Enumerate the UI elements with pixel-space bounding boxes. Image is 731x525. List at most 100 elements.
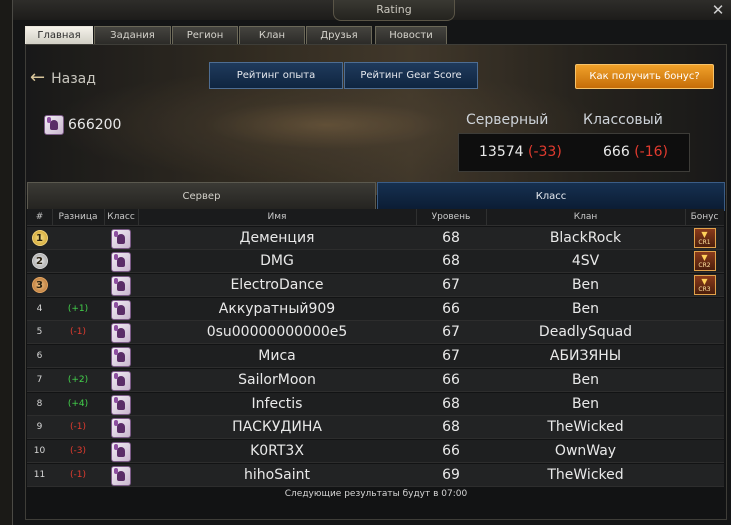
table-header: # Разница Класс Имя Уровень Клан Бонус bbox=[27, 209, 724, 226]
class-icon bbox=[44, 115, 64, 135]
class-icon bbox=[111, 323, 131, 344]
silver-medal-icon: 2 bbox=[31, 253, 48, 270]
server-rank-delta: (-33) bbox=[528, 144, 562, 160]
player-clan: Ben bbox=[571, 300, 600, 317]
table-row[interactable]: 5 (-1) 0su00000000000e5 67 DeadlySquad bbox=[27, 321, 724, 345]
rating-table: # Разница Класс Имя Уровень Клан Бонус 1… bbox=[27, 209, 724, 487]
tab-quests[interactable]: Задания bbox=[94, 26, 171, 44]
bonus-trophy-icon[interactable]: ▼ CR1 bbox=[693, 227, 716, 248]
bonus-label: CR2 bbox=[698, 262, 711, 270]
player-level: 66 bbox=[442, 442, 460, 459]
class-icon bbox=[111, 441, 131, 462]
col-clan: Клан bbox=[486, 209, 686, 225]
server-rank-label: Серверный bbox=[466, 112, 549, 128]
bonus-cell bbox=[685, 345, 724, 367]
window-title: Rating bbox=[333, 0, 455, 21]
player-level: 67 bbox=[442, 277, 460, 294]
class-cell bbox=[104, 345, 138, 368]
rank-medal: 1 bbox=[27, 227, 52, 249]
gold-medal-icon: 1 bbox=[31, 229, 48, 246]
player-level: 68 bbox=[442, 229, 460, 246]
player-name: Аккуратный909 bbox=[218, 300, 336, 317]
player-name: 0su00000000000e5 bbox=[206, 324, 348, 341]
class-icon bbox=[111, 465, 131, 486]
table-row[interactable]: 7 (+2) SailorMoon 66 Ben bbox=[27, 368, 724, 392]
class-cell bbox=[104, 369, 138, 391]
tab-region[interactable]: Регион bbox=[172, 26, 238, 44]
bonus-label: CR3 bbox=[698, 286, 711, 294]
how-to-get-bonus-button[interactable]: Как получить бонус? bbox=[575, 64, 714, 89]
col-diff: Разница bbox=[52, 209, 105, 225]
close-icon[interactable]: ✕ bbox=[710, 2, 726, 18]
rank-diff bbox=[52, 250, 104, 272]
player-level: 69 bbox=[442, 466, 460, 483]
tab-main[interactable]: Главная bbox=[25, 26, 93, 45]
table-row[interactable]: 2 DMG 68 4SV ▼ CR2 bbox=[27, 250, 724, 274]
rank-diff: (-3) bbox=[70, 445, 86, 456]
tab-friends[interactable]: Друзья bbox=[306, 26, 372, 44]
table-row[interactable]: 9 (-1) ПАСКУДИНА 68 TheWicked bbox=[27, 416, 724, 440]
player-clan: BlackRock bbox=[549, 229, 622, 246]
table-row[interactable]: 4 (+1) Аккуратный909 66 Ben bbox=[27, 297, 724, 321]
player-clan: Ben bbox=[571, 277, 600, 294]
bonus-trophy-icon[interactable]: ▼ CR2 bbox=[693, 251, 716, 272]
table-row[interactable]: 1 Деменция 68 BlackRock ▼ CR1 bbox=[27, 226, 724, 250]
rank-diff: (-1) bbox=[70, 422, 86, 433]
table-row[interactable]: 8 (+4) Infectis 68 Ben bbox=[27, 392, 724, 416]
class-cell bbox=[104, 416, 138, 439]
player-level: 66 bbox=[442, 371, 460, 388]
player-name: SailorMoon bbox=[238, 371, 316, 388]
table-row[interactable]: 3 ElectroDance 67 Ben ▼ CR3 bbox=[27, 274, 724, 298]
title-bar[interactable]: Rating ✕ bbox=[13, 0, 731, 21]
bonus-cell bbox=[685, 393, 724, 415]
class-icon bbox=[111, 276, 131, 297]
gearscore-rating-button[interactable]: Рейтинг Gear Score bbox=[344, 62, 478, 89]
player-level: 68 bbox=[442, 395, 460, 412]
rating-panel: ← Назад Рейтинг опыта Рейтинг Gear Score … bbox=[25, 44, 727, 520]
table-row[interactable]: 11 (-1) hihoSaint 69 TheWicked bbox=[27, 463, 724, 487]
player-level: 68 bbox=[442, 253, 460, 270]
player-clan: DeadlySquad bbox=[538, 324, 633, 341]
class-icon bbox=[111, 347, 131, 368]
arrow-left-icon: ← bbox=[30, 67, 46, 88]
table-row[interactable]: 10 (-3) K0RT3X 66 OwnWay bbox=[27, 439, 724, 463]
player-clan: OwnWay bbox=[554, 442, 617, 459]
subtab-server[interactable]: Сервер bbox=[27, 182, 376, 211]
class-icon bbox=[111, 394, 131, 415]
rank-number: 7 bbox=[36, 374, 43, 385]
exp-rating-button[interactable]: Рейтинг опыта bbox=[209, 62, 343, 89]
rating-window: Rating ✕ Главная Задания Регион Клан Дру… bbox=[12, 0, 731, 525]
rank-diff bbox=[52, 345, 104, 367]
rank-diff: (+2) bbox=[67, 374, 89, 385]
tab-news[interactable]: Новости bbox=[375, 26, 447, 44]
class-rank-delta: (-16) bbox=[634, 144, 668, 160]
bonus-trophy-icon[interactable]: ▼ CR3 bbox=[693, 275, 716, 296]
back-button[interactable]: ← Назад bbox=[30, 67, 96, 88]
class-icon bbox=[111, 418, 131, 439]
player-level: 68 bbox=[442, 419, 460, 436]
player-name: ElectroDance bbox=[230, 277, 324, 294]
bonus-label: CR1 bbox=[698, 238, 711, 246]
trophy-icon: ▼ bbox=[701, 277, 708, 287]
bonus-cell: ▼ CR1 bbox=[685, 227, 724, 249]
class-icon bbox=[111, 252, 131, 273]
class-icon bbox=[111, 228, 131, 249]
player-clan: Ben bbox=[571, 395, 600, 412]
bonus-cell bbox=[685, 369, 724, 391]
class-icon bbox=[111, 299, 131, 320]
bonus-cell bbox=[685, 298, 724, 320]
class-cell bbox=[104, 393, 138, 415]
rank-diff: (-1) bbox=[70, 327, 86, 338]
score-value: 666200 bbox=[68, 117, 122, 133]
subtab-class[interactable]: Класс bbox=[377, 182, 725, 211]
trophy-icon: ▼ bbox=[701, 253, 708, 263]
tab-clan[interactable]: Клан bbox=[239, 26, 305, 44]
player-name: Infectis bbox=[251, 395, 303, 412]
player-clan: TheWicked bbox=[547, 419, 624, 436]
table-body: 1 Деменция 68 BlackRock ▼ CR1 2 DMG 68 4SV ▼ CR2 3 El… bbox=[27, 226, 724, 487]
table-row[interactable]: 6 Миса 67 АБИЗЯНЫ bbox=[27, 345, 724, 369]
class-rank-label: Классовый bbox=[583, 112, 663, 128]
bonus-cell bbox=[685, 416, 724, 438]
col-bonus: Бонус bbox=[690, 212, 719, 222]
player-level: 66 bbox=[442, 300, 460, 317]
